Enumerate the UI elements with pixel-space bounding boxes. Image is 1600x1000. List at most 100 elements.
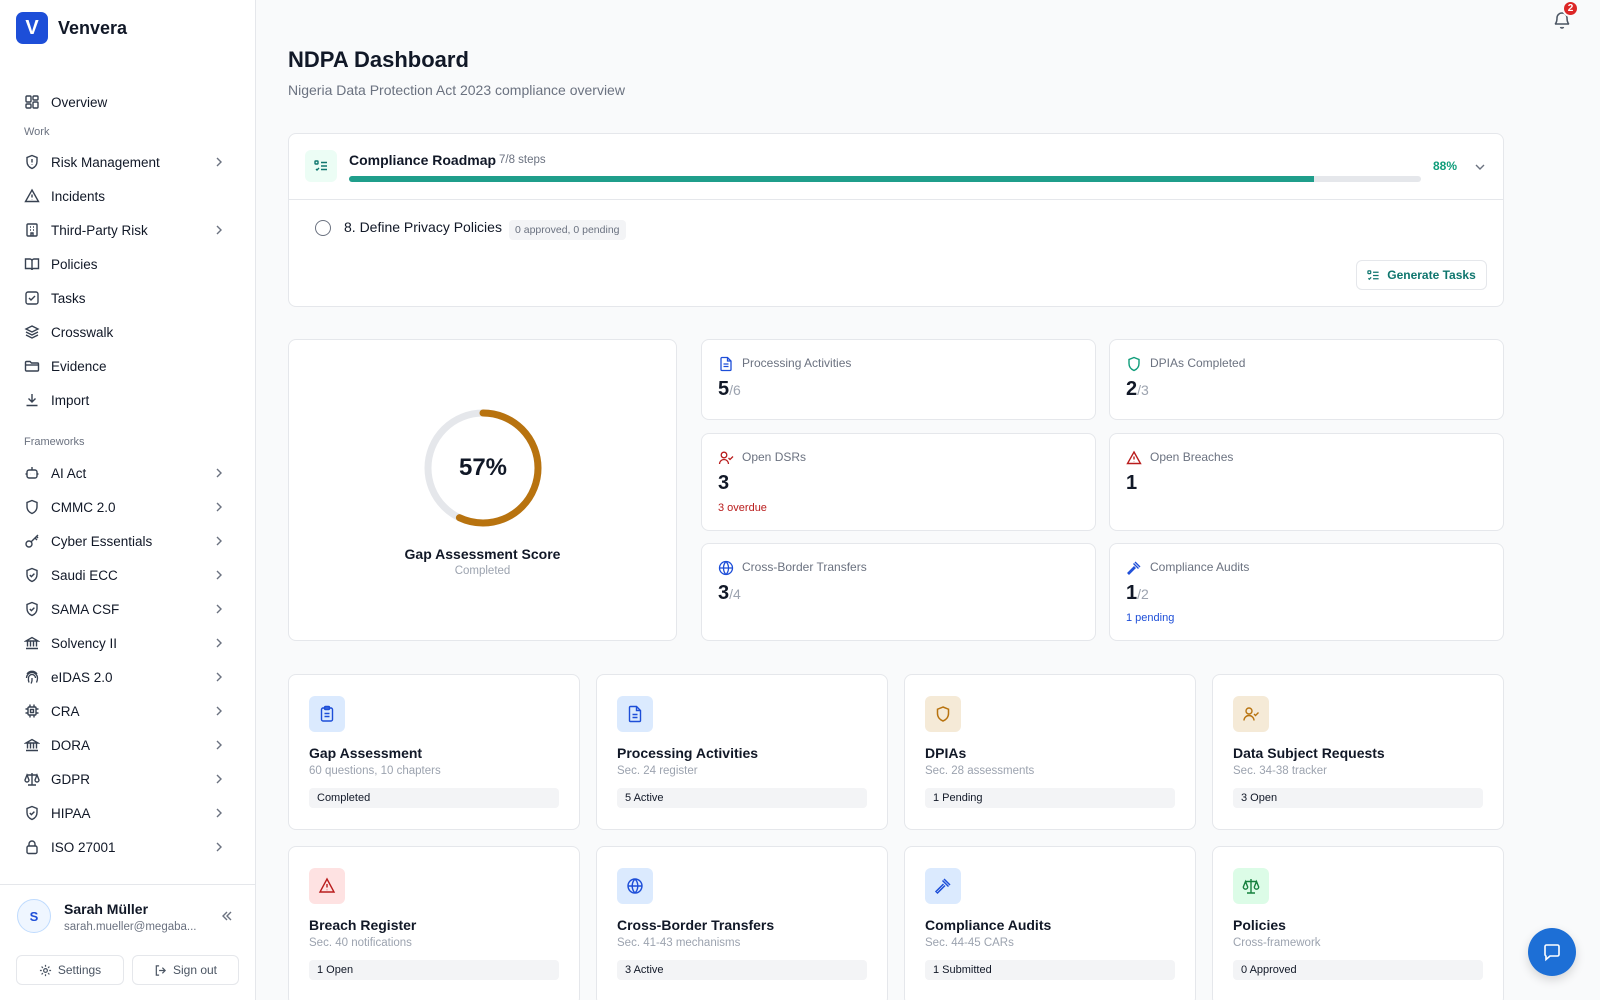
sidebar-item-evidence[interactable]: Evidence xyxy=(16,351,236,381)
gavel-icon xyxy=(925,868,961,904)
stat-cross-border-transfers[interactable]: Cross-Border Transfers 3/4 xyxy=(701,543,1096,641)
user-check-icon xyxy=(1233,696,1269,732)
sidebar-item-hipaa[interactable]: HIPAA xyxy=(16,798,236,828)
sidebar-item-label: Risk Management xyxy=(51,154,160,170)
gap-score-card[interactable]: 57% Gap Assessment Score Completed xyxy=(288,339,677,641)
module-compliance-audits[interactable]: Compliance Audits Sec. 44-45 CARs 1 Subm… xyxy=(904,846,1196,1000)
roadmap-progress-fill xyxy=(349,176,1314,182)
folder-icon xyxy=(24,360,40,372)
sidebar-item-cra[interactable]: CRA xyxy=(16,696,236,726)
stat-value: 5/6 xyxy=(718,378,741,401)
book-icon xyxy=(24,258,40,271)
module-cross-border-transfers[interactable]: Cross-Border Transfers Sec. 41-43 mechan… xyxy=(596,846,888,1000)
chevron-right-icon xyxy=(216,157,222,167)
sidebar-item-label: Third-Party Risk xyxy=(51,222,148,238)
shield-icon xyxy=(1128,356,1140,372)
stat-processing-activities[interactable]: Processing Activities 5/6 xyxy=(701,339,1096,420)
generate-tasks-button[interactable]: Generate Tasks xyxy=(1356,260,1487,290)
sidebar-item-risk-management[interactable]: Risk Management xyxy=(16,147,236,177)
sidebar-item-dora[interactable]: DORA xyxy=(16,730,236,760)
module-subtitle: Sec. 44-45 CARs xyxy=(925,937,1014,949)
chevron-right-icon xyxy=(216,706,222,716)
module-policies[interactable]: Policies Cross-framework 0 Approved xyxy=(1212,846,1504,1000)
score-value: 57% xyxy=(458,454,508,481)
chevron-right-icon xyxy=(216,604,222,614)
stat-value: 3/4 xyxy=(718,582,741,605)
stat-open-breaches[interactable]: Open Breaches 1 xyxy=(1109,433,1504,531)
sidebar-item-third-party-risk[interactable]: Third-Party Risk xyxy=(16,215,236,245)
sidebar-item-policies[interactable]: Policies xyxy=(16,249,236,279)
sidebar-item-incidents[interactable]: Incidents xyxy=(16,181,236,211)
sidebar-item-iso-27001[interactable]: ISO 27001 xyxy=(16,832,236,862)
sign-out-button[interactable]: Sign out xyxy=(132,955,239,985)
user-panel: S Sarah Müller sarah.mueller@megaba... S… xyxy=(0,884,255,1000)
collapse-sidebar-icon[interactable] xyxy=(220,909,234,923)
step-status-pill: 0 approved, 0 pending xyxy=(509,220,626,240)
sidebar-item-label: Saudi ECC xyxy=(51,567,118,583)
module-badge: 3 Active xyxy=(617,960,867,980)
stat-number: 3 xyxy=(718,582,730,604)
step-status-circle[interactable] xyxy=(315,220,331,236)
stat-open-dsrs[interactable]: Open DSRs 3 3 overdue xyxy=(701,433,1096,531)
sidebar-item-ai-act[interactable]: AI Act xyxy=(16,458,236,488)
sidebar-item-solvency-ii[interactable]: Solvency II xyxy=(16,628,236,658)
sidebar-item-tasks[interactable]: Tasks xyxy=(16,283,236,313)
chevron-right-icon xyxy=(216,468,222,478)
settings-button[interactable]: Settings xyxy=(16,955,124,985)
sidebar-item-saudi-ecc[interactable]: Saudi ECC xyxy=(16,560,236,590)
sidebar-item-sama-csf[interactable]: SAMA CSF xyxy=(16,594,236,624)
chevron-down-icon[interactable] xyxy=(1473,160,1487,174)
warning-icon xyxy=(24,188,40,203)
notification-badge: 2 xyxy=(1562,0,1579,17)
chevron-right-icon xyxy=(216,808,222,818)
sidebar-item-import[interactable]: Import xyxy=(16,385,236,415)
roadmap-title: Compliance Roadmap xyxy=(349,152,497,168)
module-title: Cross-Border Transfers xyxy=(617,917,775,933)
sidebar-item-crosswalk[interactable]: Crosswalk xyxy=(16,317,236,347)
module-title: Data Subject Requests xyxy=(1233,745,1385,761)
roadmap-step-label[interactable]: 8. Define Privacy Policies xyxy=(344,219,502,235)
stat-denominator: /4 xyxy=(729,586,741,602)
brand[interactable]: V Venvera xyxy=(16,12,127,44)
sidebar-item-label: Cyber Essentials xyxy=(51,533,153,549)
stat-label: Open DSRs xyxy=(742,450,807,464)
module-title: Processing Activities xyxy=(617,745,759,761)
user-email: sarah.mueller@megaba... xyxy=(64,921,197,933)
module-badge: 1 Open xyxy=(309,960,559,980)
module-subtitle: Sec. 40 notifications xyxy=(309,937,412,949)
chat-icon xyxy=(1544,944,1560,962)
module-gap-assessment[interactable]: Gap Assessment 60 questions, 10 chapters… xyxy=(288,674,580,830)
roadmap-steps: 7/8 steps xyxy=(499,154,546,166)
sidebar-item-label: CRA xyxy=(51,703,80,719)
module-dpias[interactable]: DPIAs Sec. 28 assessments 1 Pending xyxy=(904,674,1196,830)
shield-alert-icon xyxy=(26,154,38,170)
brand-name: Venvera xyxy=(58,17,128,38)
module-badge: Completed xyxy=(309,788,559,808)
layers-icon xyxy=(24,325,40,339)
checkbox-icon xyxy=(25,291,39,305)
module-subtitle: Sec. 24 register xyxy=(617,765,698,777)
chip-icon xyxy=(25,704,39,718)
module-subtitle: Sec. 34-38 tracker xyxy=(1233,765,1327,777)
stat-value: 1/2 xyxy=(1126,582,1149,605)
stat-denominator: /6 xyxy=(729,382,741,398)
module-breach-register[interactable]: Breach Register Sec. 40 notifications 1 … xyxy=(288,846,580,1000)
sidebar-nav: Overview Work Risk Management Incidents … xyxy=(0,70,255,880)
sidebar-item-eidas[interactable]: eIDAS 2.0 xyxy=(16,662,236,692)
module-data-subject-requests[interactable]: Data Subject Requests Sec. 34-38 tracker… xyxy=(1212,674,1504,830)
module-processing-activities[interactable]: Processing Activities Sec. 24 register 5… xyxy=(596,674,888,830)
stat-number: 1 xyxy=(1126,582,1138,604)
stat-number: 2 xyxy=(1126,378,1138,400)
sidebar-item-cmmc[interactable]: CMMC 2.0 xyxy=(16,492,236,522)
sidebar-item-gdpr[interactable]: GDPR xyxy=(16,764,236,794)
stat-dpias-completed[interactable]: DPIAs Completed 2/3 xyxy=(1109,339,1504,420)
lock-icon xyxy=(26,840,38,855)
avatar[interactable]: S xyxy=(17,899,51,933)
sidebar-item-cyber-essentials[interactable]: Cyber Essentials xyxy=(16,526,236,556)
scale-icon xyxy=(24,773,40,786)
stat-compliance-audits[interactable]: Compliance Audits 1/2 1 pending xyxy=(1109,543,1504,641)
chat-button[interactable] xyxy=(1528,928,1576,976)
sidebar-item-overview[interactable]: Overview xyxy=(16,87,236,117)
user-check-icon xyxy=(718,451,734,465)
stat-number: 5 xyxy=(718,378,730,400)
